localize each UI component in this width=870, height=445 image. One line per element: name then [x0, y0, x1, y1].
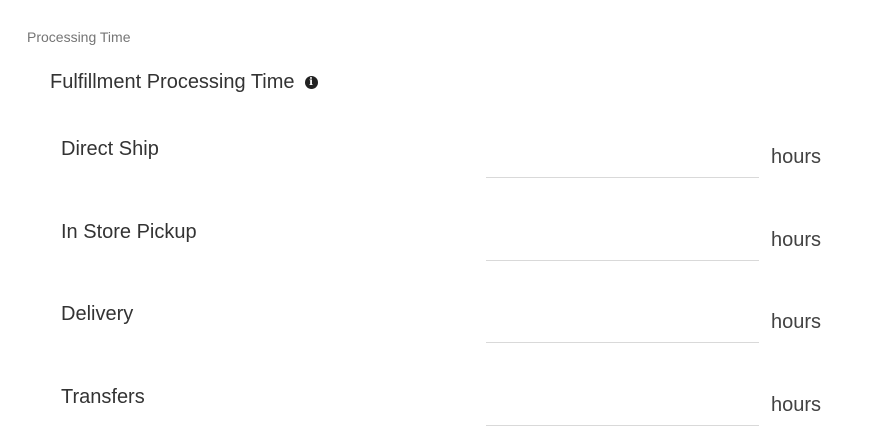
transfers-hours-input[interactable]	[486, 397, 759, 426]
direct-ship-unit: hours	[771, 146, 822, 168]
row-delivery: Delivery hours	[0, 302, 870, 362]
group-title: Fulfillment Processing Time	[50, 71, 295, 93]
row-in-store-pickup: In Store Pickup hours	[0, 220, 870, 280]
section-label: Processing Time	[27, 29, 131, 45]
info-icon[interactable]: i	[304, 76, 318, 89]
in-store-pickup-unit: hours	[771, 229, 822, 251]
in-store-pickup-hours-input[interactable]	[486, 232, 759, 261]
transfers-unit: hours	[771, 394, 822, 416]
delivery-label: Delivery	[61, 303, 134, 325]
direct-ship-label: Direct Ship	[61, 138, 159, 160]
in-store-pickup-label: In Store Pickup	[61, 221, 197, 243]
group-header: Fulfillment Processing Time i	[50, 70, 318, 94]
row-transfers: Transfers hours	[0, 385, 870, 445]
direct-ship-hours-input[interactable]	[486, 149, 759, 178]
delivery-unit: hours	[771, 311, 822, 333]
transfers-label: Transfers	[61, 386, 145, 408]
row-direct-ship: Direct Ship hours	[0, 137, 870, 197]
delivery-hours-input[interactable]	[486, 314, 759, 343]
